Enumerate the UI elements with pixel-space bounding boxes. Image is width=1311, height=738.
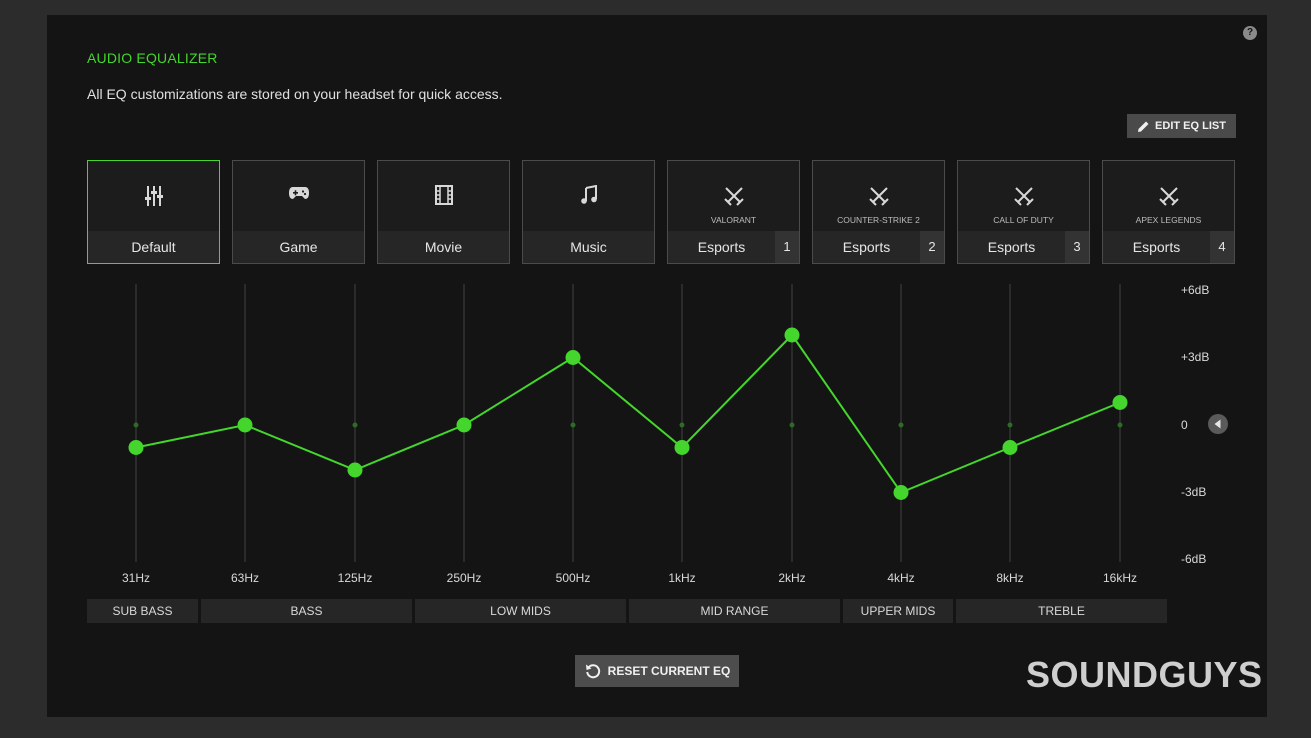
eq-band-handle-500Hz[interactable] (565, 350, 581, 365)
eq-band-handle-31Hz[interactable] (128, 440, 144, 455)
reset-icon (585, 664, 600, 679)
db-label-zero: 0 (1181, 418, 1188, 432)
eq-band-handle-63Hz[interactable] (237, 417, 253, 433)
eq-zero-marker (679, 422, 685, 428)
reset-zero-button[interactable] (1208, 414, 1228, 434)
freq-label: 250Hz (446, 571, 482, 585)
eq-band-handle-2kHz[interactable] (784, 327, 800, 343)
eq-graph[interactable] (0, 0, 1311, 738)
eq-band-handle-1kHz[interactable] (674, 440, 690, 455)
range-low-mids: LOW MIDS (415, 599, 626, 623)
arrow-left-icon (1214, 419, 1221, 429)
eq-band-handle-125Hz[interactable] (347, 462, 363, 478)
freq-label: 4kHz (887, 571, 915, 585)
range-bass: BASS (201, 599, 412, 623)
eq-zero-marker (898, 422, 904, 428)
reset-current-eq-button[interactable]: RESET CURRENT EQ (575, 655, 739, 687)
eq-band-handle-4kHz[interactable] (893, 485, 909, 500)
freq-label: 63Hz (230, 571, 259, 585)
soundguys-logo: SOUNDGUYS (1026, 654, 1263, 695)
freq-label: 8kHz (996, 571, 1024, 585)
eq-curve-line (135, 333, 1121, 494)
range-mid-range: MID RANGE (629, 599, 840, 623)
reset-current-eq-label: RESET CURRENT EQ (607, 664, 731, 678)
eq-zero-marker (789, 422, 795, 428)
eq-band-handle-250Hz[interactable] (456, 417, 472, 433)
db-label-plus6: +6dB (1181, 283, 1210, 297)
db-label-minus6: -6dB (1181, 552, 1207, 566)
eq-zero-marker (352, 422, 358, 428)
freq-label: 125Hz (337, 571, 373, 585)
range-upper-mids: UPPER MIDS (843, 599, 953, 623)
eq-zero-marker (570, 422, 576, 428)
range-sub-bass: SUB BASS (87, 599, 198, 623)
freq-label: 1kHz (668, 571, 696, 585)
eq-band-handle-16kHz[interactable] (1112, 395, 1128, 410)
freq-label: 16kHz (1102, 571, 1137, 585)
eq-zero-marker (133, 422, 139, 428)
eq-band-handle-8kHz[interactable] (1002, 440, 1018, 455)
db-label-minus3: -3dB (1181, 485, 1207, 499)
freq-label: 31Hz (121, 571, 150, 585)
range-treble: TREBLE (956, 599, 1167, 623)
db-label-plus3: +3dB (1181, 350, 1210, 364)
eq-zero-marker (1117, 422, 1123, 428)
freq-label: 2kHz (778, 571, 806, 585)
freq-label: 500Hz (555, 571, 591, 585)
eq-zero-marker (1007, 422, 1013, 428)
